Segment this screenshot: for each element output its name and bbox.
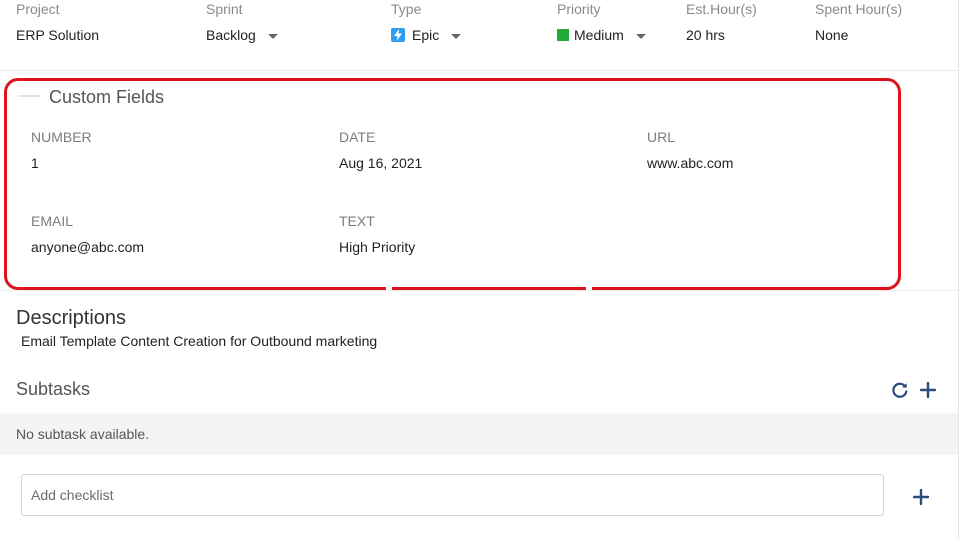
priority-dropdown[interactable]: Medium xyxy=(557,26,646,44)
subtask-empty-state: No subtask available. xyxy=(0,413,958,453)
project-field: Project ERP Solution xyxy=(16,0,99,43)
add-checklist-input[interactable] xyxy=(21,474,884,516)
subtask-actions xyxy=(890,380,938,400)
priority-field: Priority Medium xyxy=(557,0,646,43)
refresh-icon[interactable] xyxy=(890,380,910,400)
custom-fields-highlight xyxy=(4,78,901,290)
lightning-icon xyxy=(391,28,405,42)
descriptions-title: Descriptions xyxy=(16,307,127,329)
chevron-down-icon[interactable] xyxy=(635,33,646,39)
priority-value: Medium xyxy=(574,27,624,43)
sprint-dropdown[interactable]: Backlog xyxy=(206,26,278,44)
task-meta-row: Project ERP Solution Sprint Backlog Type… xyxy=(0,0,958,71)
est-hours-label: Est.Hour(s) xyxy=(686,1,757,17)
subtasks-title: Subtasks xyxy=(16,379,91,399)
spent-hours-label: Spent Hour(s) xyxy=(815,1,903,17)
chevron-down-icon[interactable] xyxy=(451,33,462,39)
chevron-down-icon[interactable] xyxy=(267,33,278,39)
type-value: Epic xyxy=(412,27,440,43)
spent-hours-value: None xyxy=(815,27,849,43)
plus-icon[interactable] xyxy=(911,487,931,507)
type-field: Type Epic xyxy=(391,0,462,43)
sprint-label: Sprint xyxy=(206,1,243,17)
section-divider xyxy=(0,290,958,291)
description-text[interactable]: Email Template Content Creation for Outb… xyxy=(21,332,377,350)
est-hours-value[interactable]: 20 hrs xyxy=(686,26,725,44)
sprint-field: Sprint Backlog xyxy=(206,0,278,43)
priority-label: Priority xyxy=(557,1,601,17)
priority-color-indicator xyxy=(557,29,569,41)
task-detail-panel: Project ERP Solution Sprint Backlog Type… xyxy=(0,0,959,539)
project-label: Project xyxy=(16,1,60,17)
no-subtask-message: No subtask available. xyxy=(16,426,150,442)
plus-icon[interactable] xyxy=(918,380,938,400)
spent-hours-field: Spent Hour(s) None xyxy=(815,0,903,43)
type-dropdown[interactable]: Epic xyxy=(391,26,462,44)
est-hours-field: Est.Hour(s) 20 hrs xyxy=(686,0,757,43)
project-value: ERP Solution xyxy=(16,27,100,43)
section-divider xyxy=(0,453,958,454)
type-label: Type xyxy=(391,1,422,17)
sprint-value: Backlog xyxy=(206,27,256,43)
